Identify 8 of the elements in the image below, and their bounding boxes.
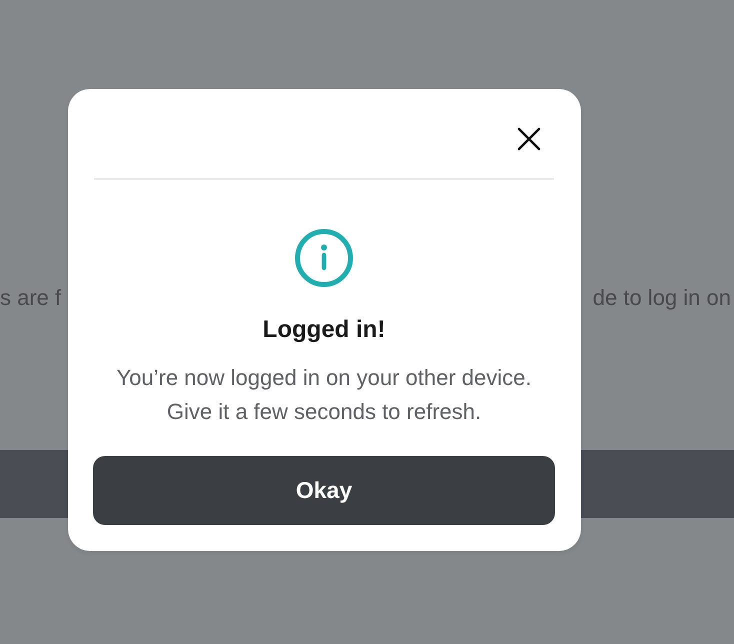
- background-text: de to log in on: [592, 284, 731, 312]
- dialog-title: Logged in!: [262, 316, 386, 344]
- info-icon: [295, 229, 353, 287]
- okay-button[interactable]: Okay: [93, 456, 555, 525]
- close-button[interactable]: [517, 127, 541, 151]
- background-text: s are f: [0, 284, 62, 312]
- dialog-message: You’re now logged in on your other device. Give it a few seconds to refresh.: [116, 364, 532, 426]
- close-icon: [517, 127, 541, 151]
